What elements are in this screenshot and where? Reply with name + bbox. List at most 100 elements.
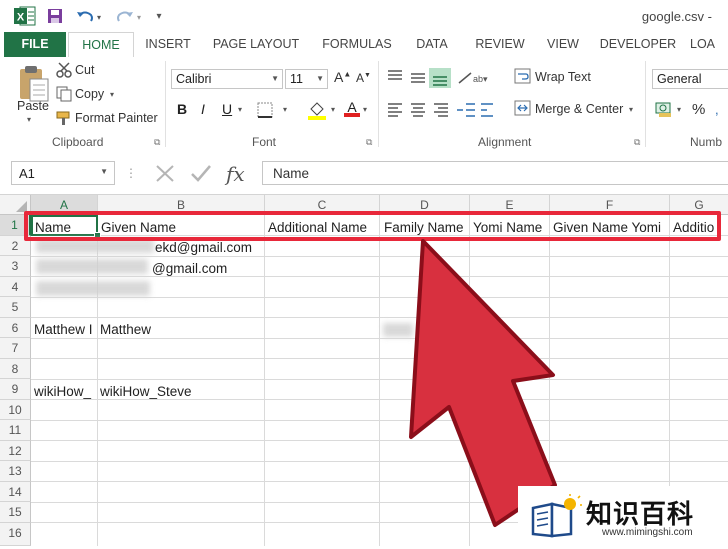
formula-value: Name — [273, 166, 310, 181]
cancel-icon[interactable] — [156, 165, 174, 183]
svg-text:▾: ▾ — [97, 13, 101, 22]
enter-icon[interactable] — [190, 165, 212, 183]
gridline — [264, 215, 265, 546]
svg-text:,: , — [715, 102, 719, 117]
cell-b3[interactable]: @gmail.com — [152, 261, 227, 276]
row-header[interactable]: 10 — [0, 399, 31, 420]
row-header[interactable]: 4 — [0, 276, 31, 297]
comma-style-icon[interactable]: , — [714, 100, 728, 118]
watermark-url: www.mimingshi.com — [602, 527, 693, 538]
cell-a6[interactable]: Matthew I — [34, 322, 97, 337]
accounting-dropdown-icon[interactable]: ▾ — [677, 105, 681, 114]
horizontal-align-buttons — [385, 99, 495, 121]
cell-b2[interactable]: ekd@gmail.com — [155, 240, 252, 255]
customize-toolbar-icon[interactable]: ▾ — [152, 6, 166, 26]
row-header[interactable]: 13 — [0, 461, 31, 482]
font-launcher-icon[interactable]: ⧉ — [366, 137, 372, 148]
clipboard-launcher-icon[interactable]: ⧉ — [154, 137, 160, 148]
format-painter-icon[interactable] — [56, 110, 74, 126]
font-name-select[interactable]: Calibri ▼ — [171, 69, 283, 89]
wrap-text-icon[interactable] — [514, 68, 532, 84]
cell-b6[interactable]: Matthew — [100, 322, 151, 337]
paste-dropdown-icon[interactable]: ▾ — [27, 115, 31, 124]
chevron-down-icon: ▼ — [316, 74, 324, 83]
number-group-label: Numb — [690, 135, 723, 149]
excel-logo-icon: X — [14, 6, 36, 26]
underline-dropdown-icon[interactable]: ▾ — [238, 105, 242, 114]
number-format-value: General — [657, 72, 702, 86]
row-header[interactable]: 8 — [0, 358, 31, 379]
row-header[interactable]: 15 — [0, 502, 31, 523]
borders-dropdown-icon[interactable]: ▾ — [283, 105, 287, 114]
row-header[interactable]: 6 — [0, 317, 31, 338]
watermark-brand: 知识百科 — [586, 499, 695, 529]
format-painter-button[interactable]: Format Painter — [75, 111, 158, 125]
font-group-label: Font — [252, 135, 277, 149]
underline-button[interactable]: U — [222, 101, 232, 117]
percent-style-button[interactable]: % — [692, 101, 705, 118]
grow-font-icon[interactable]: A▲ — [334, 69, 351, 85]
tab-file[interactable]: FILE — [4, 32, 66, 57]
fill-color-dropdown-icon[interactable]: ▾ — [331, 105, 335, 114]
tab-developer[interactable]: DEVELOPER — [596, 32, 680, 57]
vertical-align-buttons: ab▾ — [385, 67, 495, 89]
alignment-launcher-icon[interactable]: ⧉ — [634, 137, 640, 148]
tab-data[interactable]: DATA — [406, 32, 458, 57]
row-header[interactable]: 5 — [0, 297, 31, 318]
svg-text:X: X — [17, 12, 25, 24]
tab-load[interactable]: LOA — [690, 32, 728, 57]
cut-button[interactable]: Cut — [75, 63, 94, 77]
chevron-down-icon: ▼ — [271, 74, 279, 83]
font-color-button[interactable]: A — [344, 99, 360, 117]
row-header[interactable]: 7 — [0, 338, 31, 359]
separator — [645, 61, 646, 147]
tab-insert[interactable]: INSERT — [140, 32, 196, 57]
alignment-group-label: Alignment — [478, 135, 532, 149]
row-header[interactable]: 3 — [0, 256, 31, 277]
formula-input[interactable]: Name — [262, 161, 728, 185]
tab-formulas[interactable]: FORMULAS — [316, 32, 398, 57]
redo-icon[interactable]: ▾ — [114, 6, 146, 26]
name-box[interactable]: A1 ▼ — [11, 161, 115, 185]
fill-color-icon[interactable] — [306, 99, 328, 121]
merge-center-icon[interactable] — [514, 100, 532, 116]
copy-button[interactable]: Copy — [75, 87, 104, 101]
merge-center-dropdown-icon[interactable]: ▾ — [629, 105, 633, 114]
row-header[interactable]: 12 — [0, 440, 31, 461]
title-bar: X ▾ ▾ ▾ google.csv - — [0, 0, 728, 32]
font-color-dropdown-icon[interactable]: ▾ — [363, 105, 367, 114]
row-header[interactable]: 11 — [0, 420, 31, 441]
wrap-text-button[interactable]: Wrap Text — [535, 70, 591, 84]
tab-review[interactable]: REVIEW — [466, 32, 534, 57]
row-header[interactable]: 16 — [0, 522, 31, 546]
row-header[interactable]: 14 — [0, 481, 31, 502]
borders-icon[interactable] — [256, 101, 276, 119]
cell-b9[interactable]: wikiHow_Steve — [100, 384, 192, 399]
shrink-font-label: A — [356, 71, 365, 85]
font-size-select[interactable]: 11 ▼ — [285, 69, 328, 89]
cell-a9[interactable]: wikiHow_ — [34, 384, 97, 399]
accounting-format-icon[interactable] — [655, 100, 675, 118]
chevron-down-icon: ▼ — [100, 167, 108, 176]
copy-dropdown-icon[interactable]: ▾ — [110, 90, 114, 99]
row-header[interactable]: 9 — [0, 379, 31, 400]
undo-icon[interactable]: ▾ — [74, 6, 106, 26]
spreadsheet-grid: A B C D E F G 1 2 3 4 5 6 7 8 9 10 11 12… — [0, 195, 728, 546]
paste-button[interactable]: Paste — [17, 99, 49, 113]
tab-home[interactable]: HOME — [68, 32, 134, 58]
tab-view[interactable]: VIEW — [540, 32, 586, 57]
redacted-cell — [36, 281, 150, 296]
shrink-font-icon[interactable]: A▼ — [356, 71, 371, 85]
insert-function-icon[interactable]: fx — [226, 162, 245, 186]
redacted-cell — [36, 259, 148, 274]
tab-page-layout[interactable]: PAGE LAYOUT — [206, 32, 306, 57]
italic-button[interactable]: I — [201, 101, 205, 117]
copy-icon[interactable] — [56, 86, 74, 102]
font-color-label: A — [347, 99, 357, 115]
paste-icon[interactable] — [14, 63, 50, 103]
cut-icon[interactable] — [56, 62, 74, 78]
save-icon[interactable] — [45, 6, 65, 26]
bold-button[interactable]: B — [177, 101, 187, 117]
number-format-select[interactable]: General — [652, 69, 728, 89]
merge-center-button[interactable]: Merge & Center — [535, 102, 623, 116]
